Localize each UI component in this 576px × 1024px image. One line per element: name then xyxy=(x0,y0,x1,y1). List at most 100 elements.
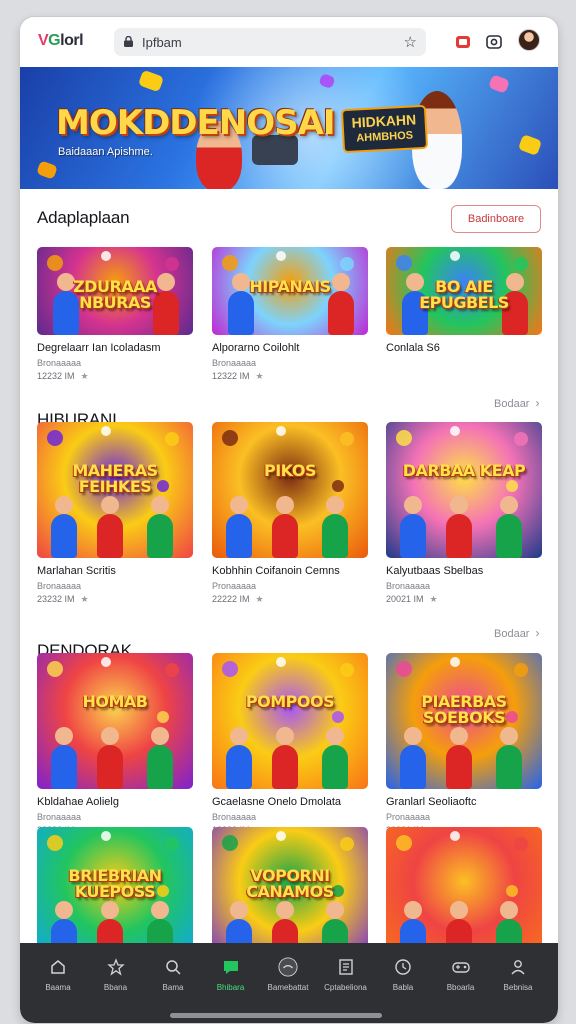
orb-decoration xyxy=(506,885,518,897)
see-all-link[interactable]: Bodaar › xyxy=(494,626,539,640)
game-publisher: Pronaaaaa xyxy=(386,812,431,822)
game-card[interactable]: PIAERBAS SOEBOKS Granlarl Seoliaoftc Prona… xyxy=(386,653,542,836)
character-figure xyxy=(496,727,522,789)
character-figure xyxy=(51,496,77,558)
orb-decoration xyxy=(222,835,238,851)
nav-item[interactable]: Bebnisa xyxy=(492,957,544,992)
character-figure xyxy=(446,496,472,558)
orb-decoration xyxy=(222,661,238,677)
thumbnail-title: MAHERAS FEIHKES xyxy=(72,460,158,496)
site-logo[interactable]: VGlorl xyxy=(38,32,84,50)
thumbnail-title: HOMAB xyxy=(82,691,149,711)
nav-item[interactable]: Bama xyxy=(147,957,199,992)
gem-decoration xyxy=(488,74,510,94)
profile-icon xyxy=(508,957,528,977)
game-card[interactable]: DARBAA KEAP Kalyutbaas Sbelbas Bronaaaaa 20… xyxy=(386,422,542,605)
game-title[interactable]: Marlahan Scritis xyxy=(37,565,193,577)
orb-decoration xyxy=(340,432,354,446)
character-figure xyxy=(147,727,173,789)
orb-decoration xyxy=(396,255,412,271)
orb-decoration xyxy=(450,426,460,436)
rating-star-icon: ★ xyxy=(80,594,89,604)
orb-decoration xyxy=(332,480,344,492)
game-card[interactable]: POMPOOSGcaelasne Onelo DmolataBronaaaaa1… xyxy=(212,653,368,836)
game-title[interactable]: Kobhhin Coifanoin Cemns xyxy=(212,565,368,577)
game-thumbnail[interactable]: PIKOS xyxy=(212,422,368,558)
nav-item[interactable]: Bamebattat xyxy=(262,957,314,992)
orb-decoration xyxy=(276,657,286,667)
nav-item[interactable]: Bbana xyxy=(90,957,142,992)
game-card[interactable]: HIPANAIS Alporarno Coilohlt Bronaaaaa 12322… xyxy=(212,247,368,382)
orb-decoration xyxy=(47,430,63,446)
orb-decoration xyxy=(101,657,111,667)
game-thumbnail[interactable]: PIAERBAS SOEBOKS xyxy=(386,653,542,789)
nav-label: Bboarla xyxy=(446,983,475,992)
game-publisher: Pronaaaaa xyxy=(212,581,257,591)
game-card[interactable]: BO AIE EPUGBELS Conlala S6 xyxy=(386,247,542,358)
game-thumbnail[interactable]: HIPANAIS xyxy=(212,247,368,335)
orb-decoration xyxy=(514,257,528,271)
home-indicator[interactable] xyxy=(170,1013,382,1018)
character-figure xyxy=(496,496,522,558)
camera-icon[interactable] xyxy=(483,31,505,53)
orb-decoration xyxy=(340,663,354,677)
game-thumbnail[interactable]: MAHERAS FEIHKES xyxy=(37,422,193,558)
game-size-value: 12322 IM xyxy=(212,371,250,381)
game-title[interactable]: Degrelaarr Ian Icoladasm xyxy=(37,342,193,354)
character-figure xyxy=(51,727,77,789)
avatar[interactable] xyxy=(518,29,540,51)
orb-decoration xyxy=(222,430,238,446)
orb-decoration xyxy=(340,257,354,271)
orb-decoration xyxy=(276,251,286,261)
game-title[interactable]: Alporarno Coilohlt xyxy=(212,342,368,354)
thumbnail-title: BRIEBRIAN KUEPOSS xyxy=(68,865,162,901)
orb-decoration xyxy=(396,430,412,446)
game-title[interactable]: Kbldahae Aolielg xyxy=(37,796,193,808)
orb-decoration xyxy=(450,657,460,667)
game-title[interactable]: Gcaelasne Onelo Dmolata xyxy=(212,796,368,808)
game-card[interactable]: ZDURAAA NBURAS Degrelaarr Ian Icoladasm Br… xyxy=(37,247,193,382)
thumbnail-title: VOPORNI CANAMOS xyxy=(246,865,334,901)
orb-decoration xyxy=(165,432,179,446)
nav-item[interactable]: Bhibara xyxy=(205,957,257,992)
orb-decoration xyxy=(514,837,528,851)
game-card[interactable]: HOMABKbldahae AolielgBronaaaaa23332 IM★ xyxy=(37,653,193,836)
see-all-button[interactable]: Badinboare xyxy=(451,205,541,233)
game-title[interactable]: Granlarl Seoliaoftc xyxy=(386,796,542,808)
orb-decoration xyxy=(396,661,412,677)
url-text: Ipfbam xyxy=(142,35,182,50)
hero-badge: HIDKAHN AHMBHOS xyxy=(340,104,428,154)
logo-part: lorl xyxy=(60,32,84,49)
nav-item[interactable]: Babla xyxy=(377,957,429,992)
logo-part: V xyxy=(38,32,49,49)
device-frame: VGlorl Ipfbam ☆ MOKDDENOSAI Baidaaan Api… xyxy=(20,17,558,1023)
thumbnail-title: PIAERBAS SOEBOKS xyxy=(421,691,507,727)
notification-icon[interactable] xyxy=(452,31,474,53)
nav-label: Babla xyxy=(392,983,414,992)
nav-item[interactable]: Bboarla xyxy=(435,957,487,992)
game-card[interactable]: MAHERAS FEIHKES Marlahan Scritis Bronaaaaa… xyxy=(37,422,193,605)
browser-bar: VGlorl Ipfbam ☆ xyxy=(20,17,558,67)
hero-banner[interactable]: MOKDDENOSAI Baidaaan Apishme. HIDKAHN AH… xyxy=(20,67,558,189)
rating-star-icon: ★ xyxy=(80,371,89,381)
game-title[interactable]: Kalyutbaas Sbelbas xyxy=(386,565,542,577)
game-title[interactable]: Conlala S6 xyxy=(386,342,542,354)
orb-decoration xyxy=(47,835,63,851)
game-card[interactable]: PIKOS Kobhhin Coifanoin Cemns Pronaaaaa 222… xyxy=(212,422,368,605)
rating-star-icon: ★ xyxy=(429,594,438,604)
game-thumbnail[interactable]: DARBAA KEAP xyxy=(386,422,542,558)
nav-item[interactable]: Cptabeliona xyxy=(320,957,372,992)
nav-item[interactable]: Baama xyxy=(32,957,84,992)
game-thumbnail[interactable]: POMPOOS xyxy=(212,653,368,789)
see-all-link[interactable]: Bodaar › xyxy=(494,396,539,410)
gem-decoration xyxy=(36,160,58,180)
bookmark-star-icon[interactable]: ☆ xyxy=(404,33,417,51)
orb-decoration xyxy=(157,711,169,723)
thumbnail-title: POMPOOS xyxy=(245,691,335,711)
game-thumbnail[interactable]: ZDURAAA NBURAS xyxy=(37,247,193,335)
thumbnail-title: BO AIE EPUGBELS xyxy=(419,276,509,312)
game-thumbnail[interactable]: HOMAB xyxy=(37,653,193,789)
game-thumbnail[interactable]: BO AIE EPUGBELS xyxy=(386,247,542,335)
url-bar[interactable]: Ipfbam ☆ xyxy=(114,28,426,56)
game-publisher: Bronaaaaa xyxy=(386,581,431,591)
